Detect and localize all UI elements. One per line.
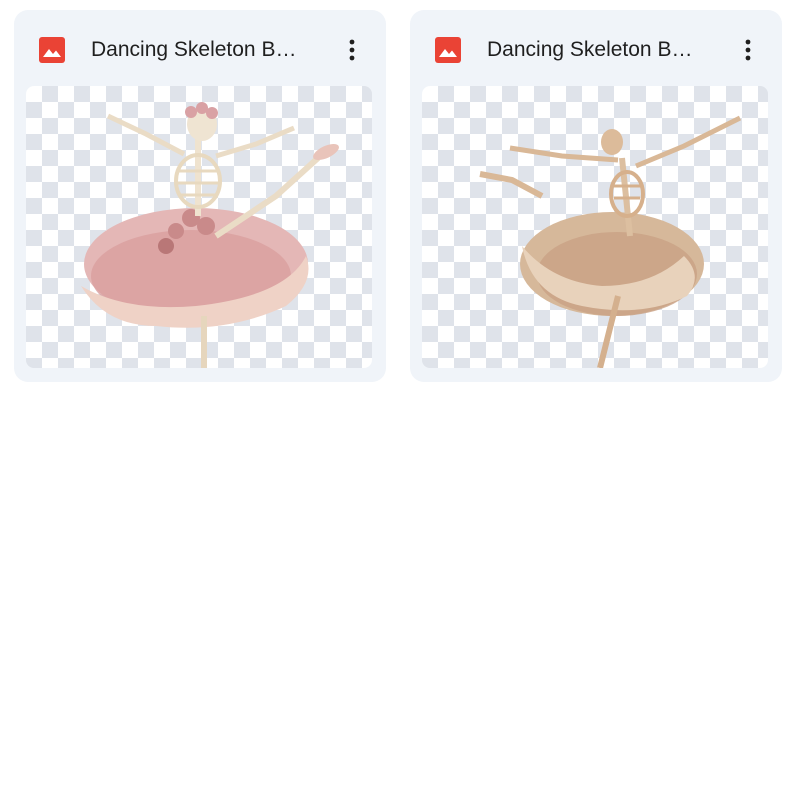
file-grid: Dancing Skeleton Ballerina.png xyxy=(14,10,782,382)
file-card-header: Dancing Skeleton Ballerina.png xyxy=(14,10,386,86)
file-card-header: Dancing Skeleton Ballerina.png xyxy=(410,10,782,86)
file-thumbnail[interactable] xyxy=(422,86,768,368)
more-vert-icon xyxy=(745,39,751,61)
file-card[interactable]: Dancing Skeleton Ballerina.png xyxy=(410,10,782,382)
skeleton-ballerina-image xyxy=(81,102,339,368)
file-card[interactable]: Dancing Skeleton Ballerina.png xyxy=(14,10,386,382)
skeleton-ballerina-image xyxy=(479,115,742,368)
more-vert-icon xyxy=(349,39,355,61)
file-name: Dancing Skeleton Ballerina.png xyxy=(487,38,702,61)
image-file-icon xyxy=(39,37,65,63)
more-options-button[interactable] xyxy=(336,34,368,66)
file-thumbnail[interactable] xyxy=(26,86,372,368)
image-file-icon xyxy=(435,37,461,63)
more-options-button[interactable] xyxy=(732,34,764,66)
file-name: Dancing Skeleton Ballerina.png xyxy=(91,38,306,61)
